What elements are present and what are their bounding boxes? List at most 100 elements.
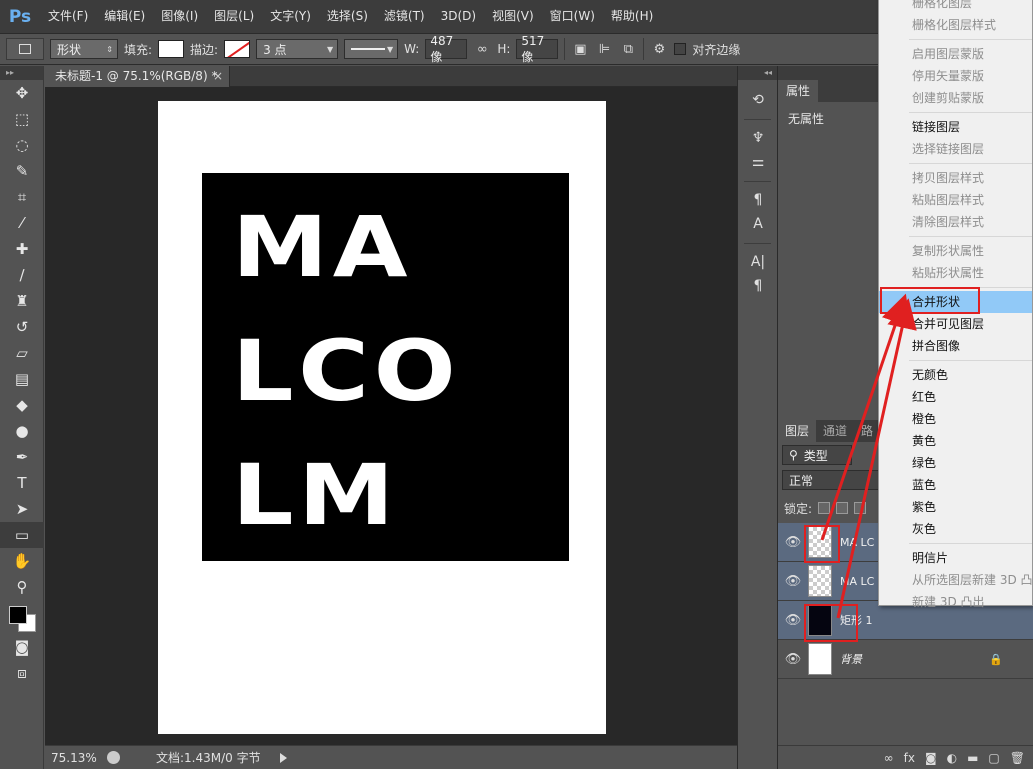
panel-collapse-handle[interactable]: ◂◂: [738, 66, 777, 80]
foreground-color[interactable]: [9, 606, 27, 624]
dodge-tool-icon[interactable]: ●: [0, 418, 44, 444]
tool-preset-picker[interactable]: [6, 38, 44, 60]
type-tool-icon[interactable]: T: [0, 470, 44, 496]
lock-transparent-icon[interactable]: [818, 502, 831, 514]
layer-filter-select[interactable]: ⚲ 类型: [782, 445, 852, 465]
brush-panel-icon[interactable]: ♆: [738, 126, 778, 150]
blend-mode-select[interactable]: 正常: [782, 470, 882, 490]
document-tab[interactable]: 未标题-1 @ 75.1%(RGB/8) * ×: [45, 66, 230, 87]
tab-properties[interactable]: 属性: [778, 80, 819, 102]
brush-presets-icon[interactable]: ⚌: [738, 150, 778, 174]
healing-brush-tool-icon[interactable]: ✚: [0, 236, 44, 262]
menu-image[interactable]: 图像(I): [153, 0, 206, 33]
pen-tool-icon[interactable]: ✒: [0, 444, 44, 470]
status-info-icon[interactable]: [107, 751, 120, 764]
brush-tool-icon[interactable]: ∕: [0, 262, 44, 288]
context-menu-item: 粘贴图层样式: [912, 193, 985, 207]
hand-tool-icon[interactable]: ✋: [0, 548, 44, 574]
layer-row[interactable]: 👁 背景 🔒: [778, 640, 1033, 679]
artboard[interactable]: MA LCO LM: [158, 101, 606, 734]
quick-select-tool-icon[interactable]: ✎: [0, 158, 44, 184]
lock-pixels-icon[interactable]: [836, 502, 849, 514]
menu-help[interactable]: 帮助(H): [603, 0, 661, 33]
tab-layers[interactable]: 图层: [778, 420, 817, 442]
layer-style-icon[interactable]: fx: [904, 751, 915, 765]
width-input[interactable]: 487 像: [425, 34, 468, 64]
clone-stamp-tool-icon[interactable]: ♜: [0, 288, 44, 314]
context-menu-item[interactable]: 橙色: [879, 408, 1032, 430]
context-menu-item[interactable]: 拼合图像: [879, 335, 1032, 357]
marquee-tool-icon[interactable]: ⬚: [0, 106, 44, 132]
shape-mode-select[interactable]: 形状 ⇕: [50, 39, 118, 59]
new-group-icon[interactable]: ▬: [967, 751, 978, 765]
menu-separator: [879, 357, 1032, 364]
tab-channels[interactable]: 通道: [816, 420, 854, 442]
character-panel-icon[interactable]: A|: [738, 250, 778, 274]
stroke-width-select[interactable]: 3 点 ▼: [256, 39, 339, 59]
path-arrangement-icon[interactable]: ⧉: [619, 40, 637, 58]
menu-type[interactable]: 文字(Y): [262, 0, 319, 33]
gear-icon[interactable]: ⚙: [650, 40, 668, 58]
adjustment-layer-icon[interactable]: ◐: [947, 751, 957, 765]
path-selection-tool-icon[interactable]: ➤: [0, 496, 44, 522]
eyedropper-tool-icon[interactable]: ⁄: [0, 210, 44, 236]
fill-swatch[interactable]: [158, 40, 185, 58]
context-menu-item[interactable]: 明信片: [879, 547, 1032, 569]
height-input[interactable]: 517 像: [516, 34, 559, 64]
history-panel-icon[interactable]: ⟲: [738, 88, 778, 112]
tab-paths[interactable]: 路: [854, 420, 880, 442]
close-icon[interactable]: ×: [213, 66, 223, 87]
path-alignment-icon[interactable]: ⊫: [595, 40, 613, 58]
context-menu-item[interactable]: 合并可见图层: [879, 313, 1032, 335]
new-layer-icon[interactable]: ▢: [988, 751, 999, 765]
canvas-area[interactable]: MA LCO LM: [45, 87, 737, 745]
move-tool-icon[interactable]: ✥: [0, 80, 44, 106]
context-menu-item[interactable]: 蓝色: [879, 474, 1032, 496]
blur-tool-icon[interactable]: ◆: [0, 392, 44, 418]
menu-window[interactable]: 窗口(W): [542, 0, 603, 33]
rectangle-tool-icon[interactable]: ▭: [0, 522, 44, 548]
menu-edit[interactable]: 编辑(E): [96, 0, 153, 33]
menu-file[interactable]: 文件(F): [40, 0, 96, 33]
visibility-eye-icon[interactable]: 👁: [778, 574, 808, 589]
zoom-level[interactable]: 75.13%: [45, 751, 99, 765]
lasso-tool-icon[interactable]: ◌: [0, 132, 44, 158]
screen-mode-icon[interactable]: ⧈: [0, 660, 44, 686]
layer-mask-icon[interactable]: ◙: [925, 751, 937, 765]
play-icon[interactable]: [280, 752, 287, 763]
align-edges-checkbox[interactable]: [674, 43, 687, 55]
visibility-eye-icon[interactable]: 👁: [778, 652, 808, 667]
link-icon[interactable]: ∞: [473, 40, 491, 58]
context-menu-item[interactable]: 无颜色: [879, 364, 1032, 386]
context-menu-item: 从所选图层新建 3D 凸出: [912, 573, 1032, 587]
paragraph-panel-icon[interactable]: ¶: [738, 274, 778, 298]
color-swatches[interactable]: [0, 600, 44, 634]
history-brush-tool-icon[interactable]: ↺: [0, 314, 44, 340]
stroke-type-select[interactable]: ▼: [344, 39, 399, 59]
context-menu-item[interactable]: 链接图层: [879, 116, 1032, 138]
menu-view[interactable]: 视图(V): [484, 0, 542, 33]
eraser-tool-icon[interactable]: ▱: [0, 340, 44, 366]
character-styles-icon[interactable]: A: [738, 212, 778, 236]
gradient-tool-icon[interactable]: ▤: [0, 366, 44, 392]
zoom-tool-icon[interactable]: ⚲: [0, 574, 44, 600]
crop-tool-icon[interactable]: ⌗: [0, 184, 44, 210]
menu-3d[interactable]: 3D(D): [433, 0, 484, 33]
context-menu-item[interactable]: 绿色: [879, 452, 1032, 474]
context-menu-item[interactable]: 紫色: [879, 496, 1032, 518]
black-rectangle-shape[interactable]: MA LCO LM: [202, 173, 569, 561]
path-operations-icon[interactable]: ▣: [571, 40, 589, 58]
quick-mask-icon[interactable]: ◙: [0, 634, 44, 660]
context-menu-item[interactable]: 灰色: [879, 518, 1032, 540]
lock-position-icon[interactable]: [854, 502, 867, 514]
paragraph-styles-icon[interactable]: ¶: [738, 188, 778, 212]
panel-collapse-handle[interactable]: ▸▸: [0, 66, 43, 80]
link-layers-icon[interactable]: ∞: [884, 751, 894, 765]
menu-select[interactable]: 选择(S): [319, 0, 376, 33]
context-menu-item[interactable]: 红色: [879, 386, 1032, 408]
context-menu-item[interactable]: 黄色: [879, 430, 1032, 452]
trash-icon[interactable]: 🗑: [1010, 751, 1025, 765]
menu-layer[interactable]: 图层(L): [206, 0, 262, 33]
menu-filter[interactable]: 滤镜(T): [376, 0, 433, 33]
stroke-swatch[interactable]: [224, 40, 251, 58]
